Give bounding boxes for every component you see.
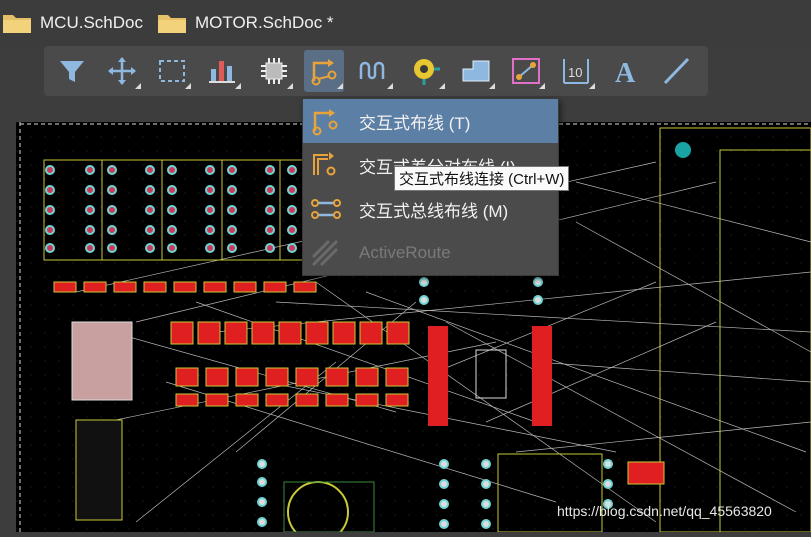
move-button[interactable]	[102, 50, 142, 92]
activeroute-icon	[311, 239, 339, 267]
watermark-text: https://blog.csdn.net/qq_45563820	[557, 503, 772, 519]
route-icon	[312, 109, 338, 136]
align-button[interactable]	[202, 50, 242, 92]
menu-item-label: ActiveRoute	[359, 243, 451, 262]
folder-icon	[2, 12, 32, 34]
keepout-button[interactable]	[506, 50, 546, 92]
keepout-icon	[512, 58, 540, 84]
menu-item-interactive-routing[interactable]: 交互式布线 (T)	[303, 99, 558, 143]
length-tuning-icon	[359, 61, 385, 80]
route-icon	[311, 59, 337, 86]
place-component-button[interactable]	[254, 50, 294, 92]
text-string-icon: A	[615, 58, 636, 87]
select-rectangle-icon	[159, 60, 185, 82]
place-line-button[interactable]	[656, 50, 696, 92]
move-icon	[108, 57, 136, 85]
line-icon	[663, 57, 690, 85]
document-tab-bar: MCU.SchDoc MOTOR.SchDoc *	[0, 0, 811, 46]
filter-icon	[60, 61, 84, 82]
tab-mcu-schdoc[interactable]: MCU.SchDoc	[2, 10, 143, 36]
folder-icon	[157, 12, 187, 34]
tooltip: 交互式布线连接 (Ctrl+W)	[394, 166, 570, 191]
filter-button[interactable]	[52, 50, 92, 92]
bus-route-icon	[311, 199, 341, 219]
place-polygon-button[interactable]	[456, 50, 496, 92]
place-via-button[interactable]	[406, 50, 446, 92]
align-icon	[209, 61, 235, 83]
tab-label: MCU.SchDoc	[40, 13, 143, 32]
tab-motor-schdoc[interactable]: MOTOR.SchDoc *	[157, 10, 334, 36]
svg-text:A: A	[615, 58, 636, 87]
via-icon	[414, 59, 440, 85]
menu-item-activeroute[interactable]: ActiveRoute	[303, 231, 558, 275]
menu-item-label: 交互式布线 (T)	[359, 113, 471, 133]
place-string-button[interactable]: A	[606, 50, 646, 92]
chip-icon	[261, 58, 287, 84]
select-button[interactable]	[152, 50, 192, 92]
menu-item-label: 交互式总线布线 (M)	[359, 201, 509, 221]
interactive-routing-button[interactable]	[304, 50, 344, 92]
diff-pair-route-icon	[313, 152, 336, 176]
dimension-button[interactable]: 10	[556, 50, 596, 92]
tab-label: MOTOR.SchDoc *	[195, 13, 334, 32]
polygon-pour-icon	[462, 60, 490, 82]
active-bar-toolbar: 10 A	[44, 46, 708, 96]
menu-item-bus-routing[interactable]: 交互式总线布线 (M)	[303, 187, 558, 231]
dimension-icon: 10	[563, 59, 589, 84]
length-tuning-button[interactable]	[354, 50, 394, 92]
svg-text:10: 10	[568, 65, 582, 80]
